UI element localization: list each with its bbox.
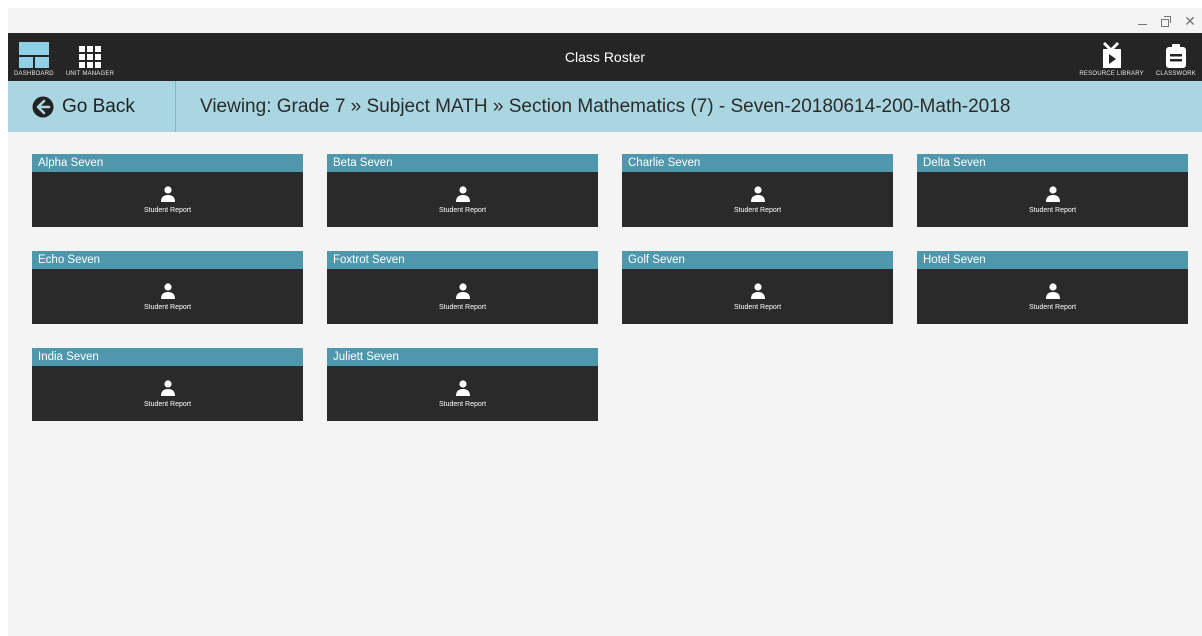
nav-classwork[interactable]: CLASSWORK (1150, 33, 1202, 81)
student-name: Alpha Seven (32, 154, 303, 172)
restore-icon (1161, 15, 1171, 27)
page-title: Class Roster (564, 49, 646, 65)
student-name: Hotel Seven (917, 251, 1188, 269)
close-icon: ✕ (1184, 12, 1196, 29)
nav-resource-library[interactable]: RESOURCE LIBRARY (1073, 33, 1149, 81)
close-button[interactable]: ✕ (1184, 14, 1196, 28)
student-card[interactable]: Alpha Seven Student Report (32, 154, 303, 227)
nav-resource-library-label: RESOURCE LIBRARY (1079, 71, 1144, 77)
back-arrow-icon (32, 96, 54, 117)
student-card[interactable]: Charlie Seven Student Report (622, 154, 893, 227)
student-report-label: Student Report (1028, 206, 1077, 214)
student-report-label: Student Report (438, 206, 487, 214)
student-name: Foxtrot Seven (327, 251, 598, 269)
window-controls: ✕ (1136, 8, 1202, 33)
video-folder-icon (1102, 42, 1121, 68)
person-icon (160, 379, 175, 396)
app-window: ✕ DASHBOARD UNIT MANAGER Class Roster RE… (8, 8, 1202, 636)
go-back-label: Go Back (62, 95, 135, 117)
person-icon (750, 282, 765, 299)
restore-button[interactable] (1160, 14, 1172, 28)
student-report-link[interactable]: Student Report (327, 269, 598, 324)
person-icon (455, 185, 470, 202)
minimize-icon (1137, 24, 1147, 25)
clipboard-icon (1165, 44, 1186, 68)
person-icon (750, 185, 765, 202)
student-card[interactable]: Juliett Seven Student Report (327, 348, 598, 421)
student-report-label: Student Report (143, 206, 192, 214)
person-icon (455, 379, 470, 396)
student-report-label: Student Report (438, 400, 487, 408)
student-report-label: Student Report (143, 303, 192, 311)
student-report-label: Student Report (733, 303, 782, 311)
student-grid: Alpha Seven Student Report Beta Seven St… (32, 154, 1188, 421)
student-report-link[interactable]: Student Report (32, 172, 303, 227)
student-card[interactable]: Golf Seven Student Report (622, 251, 893, 324)
student-report-link[interactable]: Student Report (32, 366, 303, 421)
student-card[interactable]: Foxtrot Seven Student Report (327, 251, 598, 324)
nav-dashboard-label: DASHBOARD (14, 71, 54, 77)
student-name: Juliett Seven (327, 348, 598, 366)
student-name: Beta Seven (327, 154, 598, 172)
dashboard-icon (18, 42, 49, 68)
go-back-button[interactable]: Go Back (8, 81, 176, 132)
breadcrumb-bar: Go Back Viewing: Grade 7 » Subject MATH … (8, 81, 1202, 132)
student-card[interactable]: Beta Seven Student Report (327, 154, 598, 227)
grid-icon (78, 46, 101, 68)
nav-right: RESOURCE LIBRARY CLASSWORK (1073, 33, 1202, 81)
student-report-link[interactable]: Student Report (32, 269, 303, 324)
person-icon (1045, 282, 1060, 299)
minimize-button[interactable] (1136, 14, 1148, 28)
student-card[interactable]: India Seven Student Report (32, 348, 303, 421)
top-navigation-bar: DASHBOARD UNIT MANAGER Class Roster RESO… (8, 33, 1202, 81)
student-report-link[interactable]: Student Report (622, 269, 893, 324)
person-icon (1045, 185, 1060, 202)
student-report-link[interactable]: Student Report (917, 269, 1188, 324)
student-report-label: Student Report (1028, 303, 1077, 311)
nav-unit-manager[interactable]: UNIT MANAGER (60, 33, 120, 81)
student-name: India Seven (32, 348, 303, 366)
nav-dashboard[interactable]: DASHBOARD (8, 33, 60, 81)
student-report-link[interactable]: Student Report (327, 366, 598, 421)
student-report-link[interactable]: Student Report (327, 172, 598, 227)
student-report-link[interactable]: Student Report (622, 172, 893, 227)
student-card[interactable]: Echo Seven Student Report (32, 251, 303, 324)
student-report-label: Student Report (438, 303, 487, 311)
student-card[interactable]: Hotel Seven Student Report (917, 251, 1188, 324)
person-icon (455, 282, 470, 299)
nav-unit-manager-label: UNIT MANAGER (65, 71, 115, 77)
student-card[interactable]: Delta Seven Student Report (917, 154, 1188, 227)
student-report-label: Student Report (143, 400, 192, 408)
student-name: Echo Seven (32, 251, 303, 269)
breadcrumb: Viewing: Grade 7 » Subject MATH » Sectio… (200, 95, 1011, 117)
student-report-label: Student Report (733, 206, 782, 214)
student-name: Delta Seven (917, 154, 1188, 172)
person-icon (160, 185, 175, 202)
nav-classwork-label: CLASSWORK (1155, 71, 1196, 77)
student-name: Charlie Seven (622, 154, 893, 172)
nav-left: DASHBOARD UNIT MANAGER (8, 33, 120, 81)
person-icon (160, 282, 175, 299)
student-report-link[interactable]: Student Report (917, 172, 1188, 227)
student-name: Golf Seven (622, 251, 893, 269)
